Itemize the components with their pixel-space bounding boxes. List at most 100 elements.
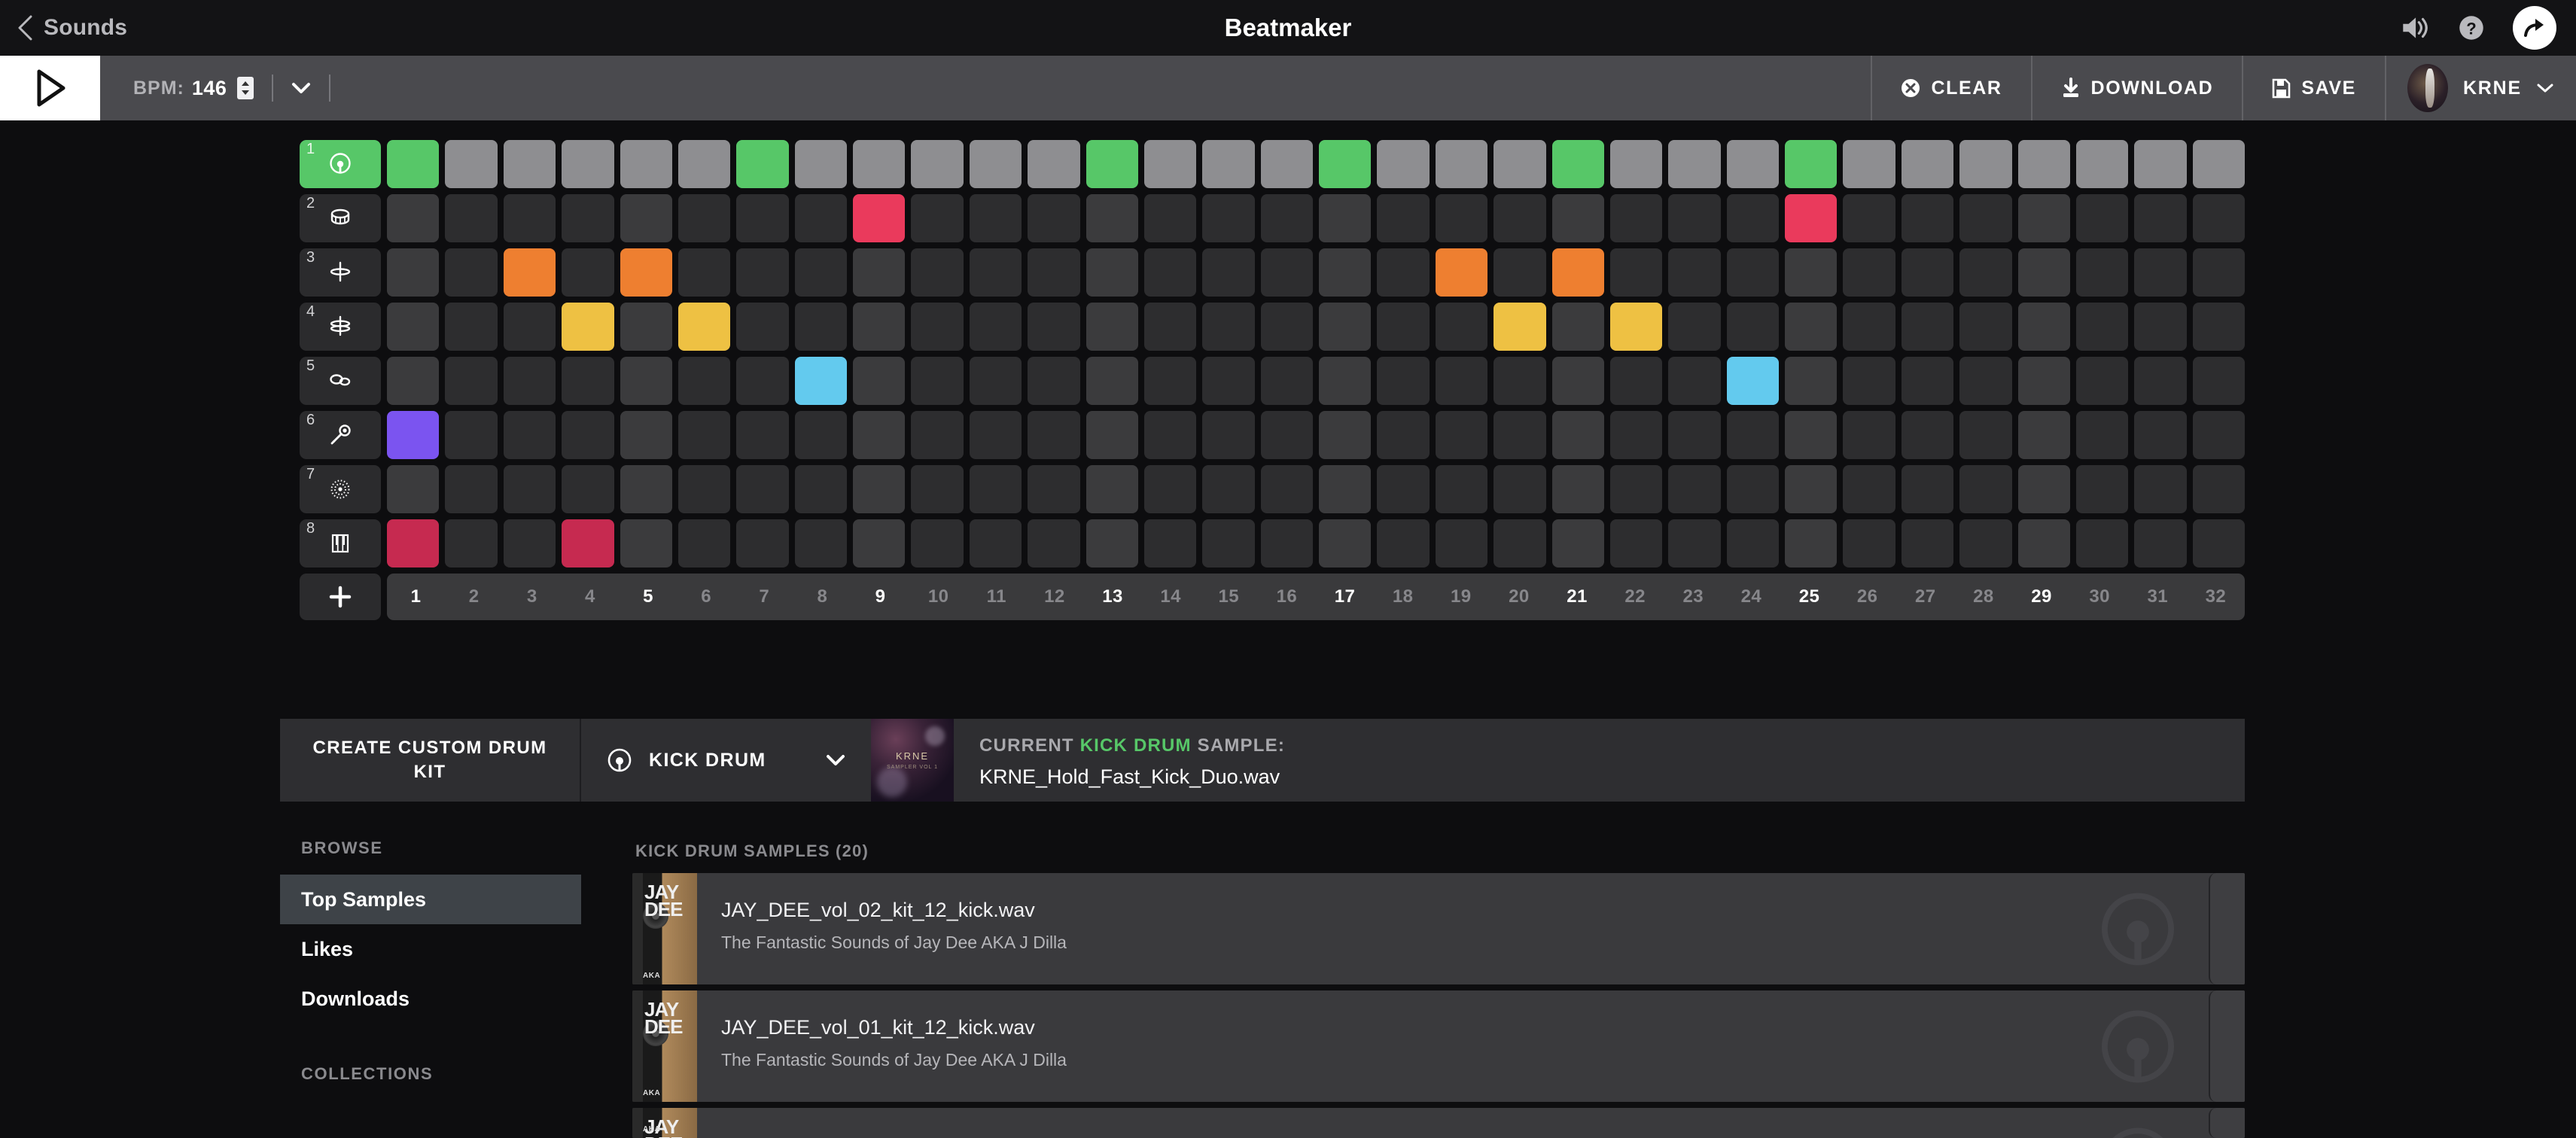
step-cell[interactable] [1609, 357, 1663, 405]
step-cell[interactable] [969, 465, 1022, 513]
step-cell[interactable] [969, 303, 1022, 351]
step-cell[interactable] [1668, 140, 1721, 188]
step-cell[interactable] [1785, 411, 1838, 459]
sidebar-item-top-samples[interactable]: Top Samples [280, 875, 581, 924]
step-cell[interactable] [1319, 519, 1372, 567]
track-select-vocal[interactable]: 6 [300, 411, 381, 459]
step-cell[interactable] [1901, 465, 1954, 513]
step-cell[interactable] [1435, 357, 1488, 405]
step-cell[interactable] [1551, 411, 1604, 459]
step-cell[interactable] [1959, 303, 2012, 351]
track-select-clap[interactable]: 5 [300, 357, 381, 405]
step-cell[interactable] [387, 519, 440, 567]
step-cell[interactable] [1785, 248, 1838, 297]
step-cell[interactable] [736, 411, 789, 459]
step-cell[interactable] [1494, 194, 1546, 242]
step-cell[interactable] [1785, 519, 1838, 567]
step-cell[interactable] [1377, 303, 1430, 351]
bpm-value[interactable]: 146 [192, 77, 227, 100]
step-cell[interactable] [1028, 357, 1080, 405]
step-cell[interactable] [1785, 194, 1838, 242]
step-cell[interactable] [1202, 411, 1255, 459]
step-cell[interactable] [677, 140, 731, 188]
step-cell[interactable] [1901, 519, 1954, 567]
step-cell[interactable] [1260, 357, 1313, 405]
step-cell[interactable] [2134, 140, 2187, 188]
step-cell[interactable] [387, 248, 440, 297]
bpm-stepper[interactable] [237, 77, 254, 99]
step-cell[interactable] [1843, 357, 1895, 405]
step-cell[interactable] [1959, 140, 2012, 188]
add-track-button[interactable] [300, 574, 381, 620]
step-cell[interactable] [1028, 194, 1080, 242]
step-cell[interactable] [2192, 357, 2245, 405]
step-cell[interactable] [1260, 303, 1313, 351]
step-cell[interactable] [503, 194, 556, 242]
step-cell[interactable] [1668, 303, 1721, 351]
step-cell[interactable] [1726, 140, 1779, 188]
step-cell[interactable] [1086, 357, 1138, 405]
step-cell[interactable] [794, 519, 847, 567]
step-cell[interactable] [2134, 248, 2187, 297]
user-menu[interactable]: KRNE [2384, 56, 2576, 120]
step-cell[interactable] [2017, 465, 2070, 513]
step-cell[interactable] [1901, 303, 1954, 351]
step-cell[interactable] [2017, 248, 2070, 297]
step-cell[interactable] [620, 303, 672, 351]
step-cell[interactable] [853, 194, 906, 242]
step-cell[interactable] [1609, 303, 1663, 351]
step-cell[interactable] [1143, 519, 1197, 567]
step-cell[interactable] [911, 140, 964, 188]
step-cell[interactable] [1901, 140, 1954, 188]
step-cell[interactable] [677, 357, 731, 405]
step-cell[interactable] [677, 411, 731, 459]
step-cell[interactable] [1668, 248, 1721, 297]
step-cell[interactable] [911, 194, 964, 242]
step-cell[interactable] [1551, 303, 1604, 351]
step-cell[interactable] [387, 465, 440, 513]
step-cell[interactable] [387, 357, 440, 405]
save-button[interactable]: SAVE [2242, 56, 2385, 120]
step-cell[interactable] [2017, 519, 2070, 567]
step-cell[interactable] [853, 140, 906, 188]
step-cell[interactable] [1202, 465, 1255, 513]
step-cell[interactable] [1260, 411, 1313, 459]
step-cell[interactable] [969, 194, 1022, 242]
step-cell[interactable] [2075, 411, 2129, 459]
step-cell[interactable] [562, 465, 614, 513]
step-cell[interactable] [1143, 140, 1197, 188]
step-cell[interactable] [2192, 248, 2245, 297]
step-cell[interactable] [2134, 303, 2187, 351]
step-cell[interactable] [445, 465, 498, 513]
step-cell[interactable] [1435, 519, 1488, 567]
step-cell[interactable] [1377, 194, 1430, 242]
step-cell[interactable] [1785, 357, 1838, 405]
step-cell[interactable] [911, 248, 964, 297]
step-cell[interactable] [677, 465, 731, 513]
step-cell[interactable] [1668, 411, 1721, 459]
step-cell[interactable] [1260, 140, 1313, 188]
step-cell[interactable] [1086, 194, 1138, 242]
step-cell[interactable] [1319, 303, 1372, 351]
step-cell[interactable] [1843, 519, 1895, 567]
step-cell[interactable] [969, 248, 1022, 297]
step-cell[interactable] [387, 194, 440, 242]
track-select-percussion[interactable]: 7 [300, 465, 381, 513]
step-cell[interactable] [503, 140, 556, 188]
step-cell[interactable] [1494, 411, 1546, 459]
step-cell[interactable] [1377, 248, 1430, 297]
step-cell[interactable] [2192, 303, 2245, 351]
step-cell[interactable] [2192, 519, 2245, 567]
step-cell[interactable] [1435, 411, 1488, 459]
step-cell[interactable] [1551, 194, 1604, 242]
step-cell[interactable] [1143, 411, 1197, 459]
step-cell[interactable] [2134, 519, 2187, 567]
drum-kit-selector[interactable]: KICK DRUM [581, 719, 871, 802]
step-cell[interactable] [1086, 303, 1138, 351]
step-cell[interactable] [1202, 357, 1255, 405]
step-cell[interactable] [677, 519, 731, 567]
step-cell[interactable] [1377, 519, 1430, 567]
step-cell[interactable] [1202, 519, 1255, 567]
step-cell[interactable] [1726, 303, 1779, 351]
step-cell[interactable] [2017, 303, 2070, 351]
